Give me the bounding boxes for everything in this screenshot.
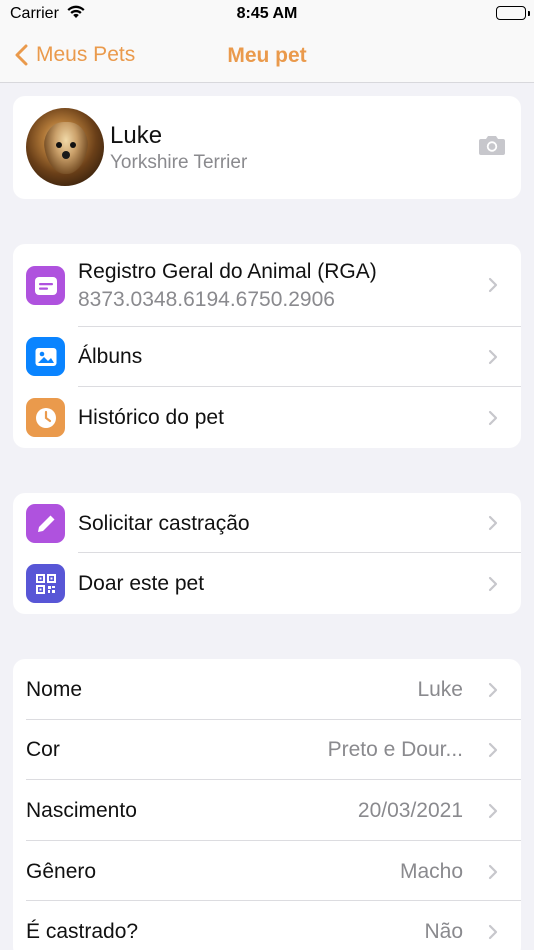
detail-value: Macho (399, 860, 463, 883)
history-label: Histórico do pet (78, 406, 224, 429)
detail-label: É castrado? (26, 920, 139, 943)
detail-row-neutered[interactable]: É castrado? Não (13, 901, 521, 950)
chevron-right-icon (488, 742, 498, 758)
detail-value: Luke (417, 678, 463, 701)
qr-code-icon (26, 564, 65, 603)
rga-value: 8373.0348.6194.6750.2906 (78, 288, 335, 311)
detail-row-name[interactable]: Nome Luke (13, 659, 521, 720)
chevron-right-icon (488, 576, 498, 592)
detail-label: Nascimento (26, 799, 137, 822)
id-card-icon (26, 266, 65, 305)
chevron-right-icon (488, 803, 498, 819)
chevron-right-icon (488, 349, 498, 365)
pet-name: Luke (110, 122, 163, 149)
detail-value: 20/03/2021 (357, 799, 463, 822)
detail-row-gender[interactable]: Gênero Macho (13, 841, 521, 901)
donate-row[interactable]: Doar este pet (13, 553, 521, 614)
detail-row-color[interactable]: Cor Preto e Dour... (13, 720, 521, 780)
pet-records-section: Registro Geral do Animal (RGA) 8373.0348… (13, 244, 521, 448)
detail-label: Cor (26, 738, 60, 761)
navigation-bar: Meus Pets Meu pet (0, 30, 534, 83)
battery-tip (528, 11, 530, 16)
pet-details-section: Nome Luke Cor Preto e Dour... Nascimento… (13, 659, 521, 950)
rga-row[interactable]: Registro Geral do Animal (RGA) 8373.0348… (13, 244, 521, 327)
page-title: Meu pet (227, 44, 307, 67)
chevron-right-icon (488, 277, 498, 293)
castration-label: Solicitar castração (78, 512, 250, 535)
castration-row[interactable]: Solicitar castração (13, 493, 521, 553)
pet-avatar (26, 108, 104, 186)
camera-icon[interactable] (478, 134, 506, 161)
rga-label: Registro Geral do Animal (RGA) (78, 260, 377, 283)
pencil-icon (26, 504, 65, 543)
detail-value: Não (424, 920, 463, 943)
chevron-right-icon (488, 924, 498, 940)
albums-row[interactable]: Álbuns (13, 327, 521, 387)
status-bar: Carrier 8:45 AM (0, 0, 534, 30)
detail-label: Nome (26, 678, 83, 701)
history-row[interactable]: Histórico do pet (13, 387, 521, 448)
pet-actions-section: Solicitar castração Doar este pet (13, 493, 521, 614)
donate-label: Doar este pet (78, 572, 205, 595)
photo-icon (26, 337, 65, 376)
detail-row-birth[interactable]: Nascimento 20/03/2021 (13, 780, 521, 841)
chevron-right-icon (488, 410, 498, 426)
battery-icon (496, 6, 526, 20)
chevron-right-icon (488, 864, 498, 880)
pet-profile-card: Luke Yorkshire Terrier (13, 96, 521, 199)
chevron-right-icon (488, 515, 498, 531)
detail-value: Preto e Dour... (327, 738, 463, 761)
status-time: 8:45 AM (236, 5, 298, 22)
chevron-right-icon (488, 682, 498, 698)
albums-label: Álbuns (78, 345, 143, 368)
detail-label: Gênero (26, 860, 97, 883)
pet-breed: Yorkshire Terrier (110, 152, 248, 173)
clock-icon (26, 398, 65, 437)
